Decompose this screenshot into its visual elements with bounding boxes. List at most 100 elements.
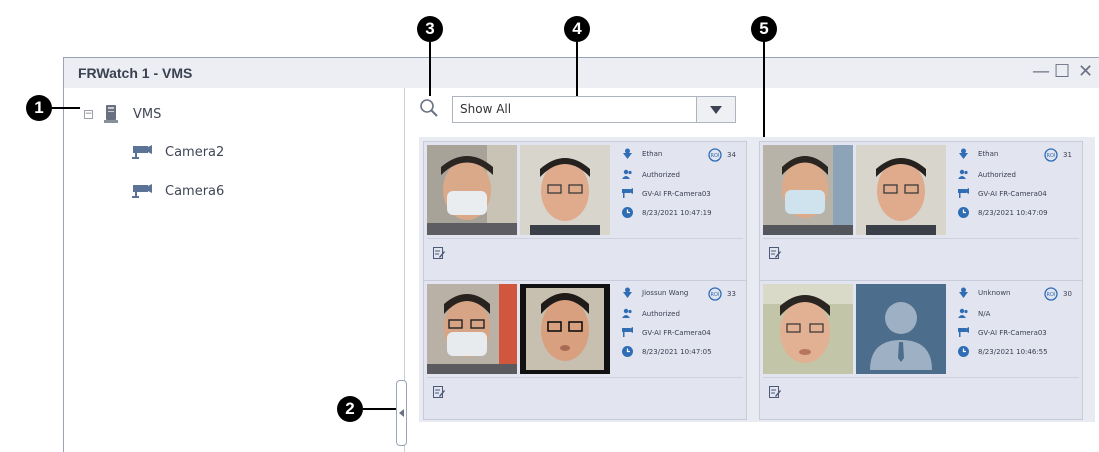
server-icon — [104, 105, 118, 123]
event-card[interactable]: Jiossun Wang ROI 33 Authorized GV-AI FR-… — [423, 280, 747, 420]
maximize-button[interactable]: ☐ — [1054, 61, 1070, 82]
tree-root-vms[interactable]: − VMS — [84, 104, 161, 124]
title-bar: FRWatch 1 - VMS — ☐ ✕ — [64, 58, 1099, 89]
person-name-row: Ethan — [958, 148, 998, 159]
svg-text:ROI: ROI — [1047, 153, 1056, 159]
card-footer — [763, 377, 1079, 414]
callout-3: 3 — [417, 16, 443, 42]
camera-name: GV-AI FR-Camera03 — [978, 328, 1047, 337]
match-score: ROI 33 — [708, 287, 736, 301]
captured-face-photo — [763, 145, 853, 235]
group-icon — [958, 169, 968, 179]
edit-icon[interactable] — [769, 247, 781, 259]
captured-face-photo — [763, 284, 853, 374]
timestamp: 8/23/2021 10:47:05 — [642, 347, 712, 356]
camera-icon — [958, 188, 969, 198]
score-value: 34 — [727, 151, 736, 159]
panel-collapse-handle[interactable] — [396, 380, 407, 446]
camera-row: GV-AI FR-Camera03 — [622, 188, 711, 199]
chevron-down-icon — [710, 105, 722, 114]
svg-text:ROI: ROI — [711, 153, 720, 159]
score-value: 33 — [727, 290, 736, 298]
unknown-avatar-placeholder — [856, 284, 946, 374]
group-icon — [622, 308, 632, 318]
person-name-row: Unknown — [958, 287, 1011, 298]
event-grid: Ethan ROI 34 Authorized GV-AI FR-Camera0… — [419, 137, 1095, 422]
search-icon[interactable] — [419, 98, 439, 118]
edit-icon[interactable] — [769, 386, 781, 398]
card-footer — [763, 238, 1079, 275]
event-card[interactable]: Ethan ROI 34 Authorized GV-AI FR-Camera0… — [423, 141, 747, 281]
person-name: Unknown — [978, 288, 1011, 297]
match-score: ROI 30 — [1044, 287, 1072, 301]
callout-leader — [52, 107, 80, 109]
person-icon — [959, 148, 968, 159]
minimize-button[interactable]: — — [1032, 61, 1050, 82]
callout-leader — [763, 42, 765, 137]
match-score: ROI 34 — [708, 148, 736, 162]
tree-item-camera6[interactable]: Camera6 — [131, 183, 224, 199]
reference-face-photo — [520, 145, 610, 235]
score-value: 30 — [1063, 290, 1072, 298]
clock-icon — [622, 346, 633, 357]
close-button[interactable]: ✕ — [1078, 61, 1093, 82]
person-name: Jiossun Wang — [642, 288, 689, 297]
dropdown-button[interactable] — [696, 97, 735, 122]
callout-leader — [429, 42, 431, 96]
person-name-row: Ethan — [622, 148, 662, 159]
group-icon — [622, 169, 632, 179]
tree-root-label: VMS — [133, 106, 162, 122]
edit-icon[interactable] — [433, 386, 445, 398]
event-card[interactable]: Ethan ROI 31 Authorized GV-AI FR-Camera0… — [759, 141, 1083, 281]
app-window: FRWatch 1 - VMS — ☐ ✕ − VMS Camera2 Came… — [63, 57, 1099, 452]
person-icon — [623, 287, 632, 298]
group-icon — [958, 308, 968, 318]
status-row: Authorized — [622, 308, 680, 319]
event-card[interactable]: Unknown ROI 30 N/A GV-AI FR-Camera03 8/2… — [759, 280, 1083, 420]
callout-1: 1 — [26, 95, 52, 121]
camera-name: GV-AI FR-Camera04 — [642, 328, 711, 337]
score-value: 31 — [1063, 151, 1072, 159]
event-filter-dropdown[interactable]: Show All — [452, 96, 736, 123]
camera-icon — [132, 145, 152, 159]
edit-icon[interactable] — [433, 247, 445, 259]
time-row: 8/23/2021 10:47:19 — [622, 207, 712, 218]
tree-item-camera2[interactable]: Camera2 — [131, 144, 224, 160]
camera-row: GV-AI FR-Camera04 — [622, 327, 711, 338]
callout-leader — [576, 42, 578, 96]
window-title: FRWatch 1 - VMS — [78, 65, 193, 81]
face-score-icon: ROI — [1044, 148, 1058, 162]
camera-icon — [958, 327, 969, 337]
time-row: 8/23/2021 10:47:05 — [622, 346, 712, 357]
collapse-icon[interactable]: − — [84, 109, 93, 119]
camera-row: GV-AI FR-Camera03 — [958, 327, 1047, 338]
filter-value: Show All — [460, 102, 512, 116]
status-row: Authorized — [622, 169, 680, 180]
svg-text:ROI: ROI — [1047, 292, 1056, 298]
reference-face-photo — [520, 284, 610, 374]
face-score-icon: ROI — [708, 148, 722, 162]
camera-icon — [132, 184, 152, 198]
person-icon — [623, 148, 632, 159]
person-icon — [959, 287, 968, 298]
callout-leader — [363, 408, 396, 410]
face-score-icon: ROI — [708, 287, 722, 301]
timestamp: 8/23/2021 10:47:19 — [642, 208, 712, 217]
timestamp: 8/23/2021 10:46:55 — [978, 347, 1048, 356]
timestamp: 8/23/2021 10:47:09 — [978, 208, 1048, 217]
captured-face-photo — [427, 284, 517, 374]
status-text: Authorized — [978, 170, 1016, 179]
callout-5: 5 — [751, 16, 777, 42]
tree-item-label: Camera6 — [165, 183, 225, 199]
event-panel: Show All Ethan ROI 34 Authorized GV-AI F… — [405, 88, 1099, 452]
status-text: Authorized — [642, 309, 680, 318]
camera-icon — [622, 188, 633, 198]
status-row: Authorized — [958, 169, 1016, 180]
status-text: N/A — [978, 309, 991, 318]
person-name-row: Jiossun Wang — [622, 287, 688, 298]
person-name: Ethan — [642, 149, 663, 158]
clock-icon — [958, 346, 969, 357]
card-footer — [427, 377, 743, 414]
match-score: ROI 31 — [1044, 148, 1072, 162]
status-text: Authorized — [642, 170, 680, 179]
